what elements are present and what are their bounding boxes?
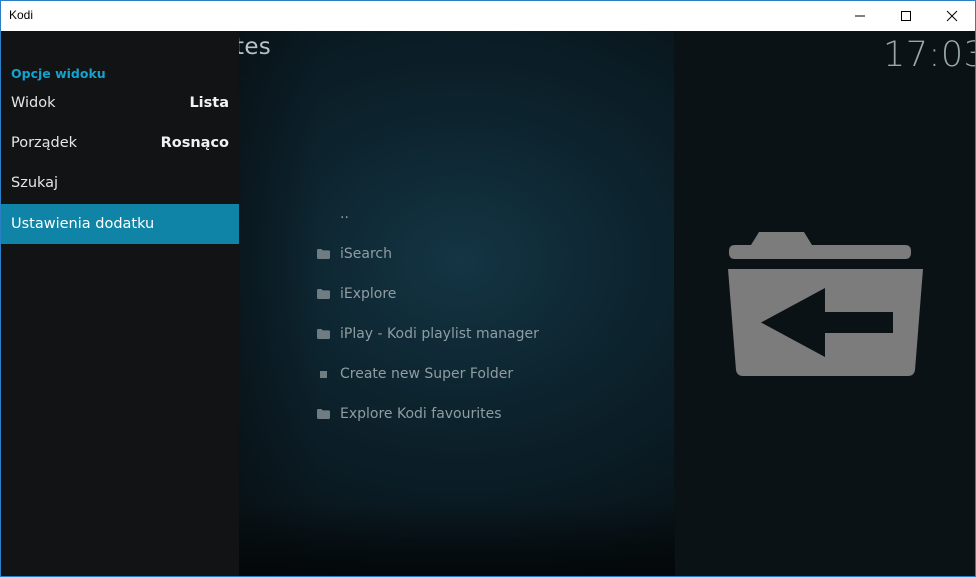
menu-item-ustawienia-dodatku[interactable]: Ustawienia dodatku <box>1 204 239 244</box>
menu-item-label: Widok <box>11 95 56 111</box>
list-item-create-super-folder[interactable]: Create new Super Folder <box>313 354 673 394</box>
minimize-button[interactable] <box>837 1 883 31</box>
list-item-iexplore[interactable]: iExplore <box>313 274 673 314</box>
list-item-label: .. <box>340 206 349 222</box>
maximize-button[interactable] <box>883 1 929 31</box>
menu-item-label: Ustawienia dodatku <box>11 216 155 232</box>
menu-item-label: Szukaj <box>11 175 59 191</box>
title-bar[interactable]: Kodi <box>1 1 975 31</box>
close-icon <box>946 10 958 22</box>
bottom-fade <box>239 501 675 576</box>
app-window: Kodi avourites 17:03 .. iSearch <box>0 0 976 577</box>
list-item-isearch[interactable]: iSearch <box>313 234 673 274</box>
list-item-label: Explore Kodi favourites <box>340 406 502 422</box>
list-item-label: iPlay - Kodi playlist manager <box>340 326 539 342</box>
folder-icon <box>313 287 333 301</box>
list-item-iplay[interactable]: iPlay - Kodi playlist manager <box>313 314 673 354</box>
close-button[interactable] <box>929 1 975 31</box>
menu-header: Opcje widoku <box>11 66 106 81</box>
list-item-label: iSearch <box>340 246 392 262</box>
list-item-explore-favourites[interactable]: Explore Kodi favourites <box>313 394 673 434</box>
menu-item-label: Porządek <box>11 135 78 151</box>
kodi-app: avourites 17:03 .. iSearch iExplore <box>1 31 975 576</box>
folder-icon <box>313 327 333 341</box>
list-item-parent[interactable]: .. <box>313 194 673 234</box>
menu-item-widok[interactable]: Widok Lista <box>1 83 239 123</box>
maximize-icon <box>901 11 911 21</box>
folder-icon <box>313 247 333 261</box>
view-options-menu: Opcje widoku Widok Lista Porządek Rosnąc… <box>1 31 239 576</box>
list-item-label: Create new Super Folder <box>340 366 514 382</box>
menu-item-szukaj[interactable]: Szukaj <box>1 163 239 203</box>
list-item-label: iExplore <box>340 286 397 302</box>
shade <box>239 31 319 576</box>
folder-back-icon <box>725 231 925 381</box>
menu-item-value: Rosnąco <box>160 135 229 151</box>
menu-item-value: Lista <box>189 95 229 111</box>
window-title: Kodi <box>9 8 34 22</box>
menu-item-porzadek[interactable]: Porządek Rosnąco <box>1 123 239 163</box>
square-icon <box>313 367 333 381</box>
minimize-icon <box>855 15 865 17</box>
folder-icon <box>313 407 333 421</box>
clock: 17:03 <box>883 35 975 75</box>
file-list: .. iSearch iExplore iPlay - Kodi playlis… <box>313 194 673 434</box>
